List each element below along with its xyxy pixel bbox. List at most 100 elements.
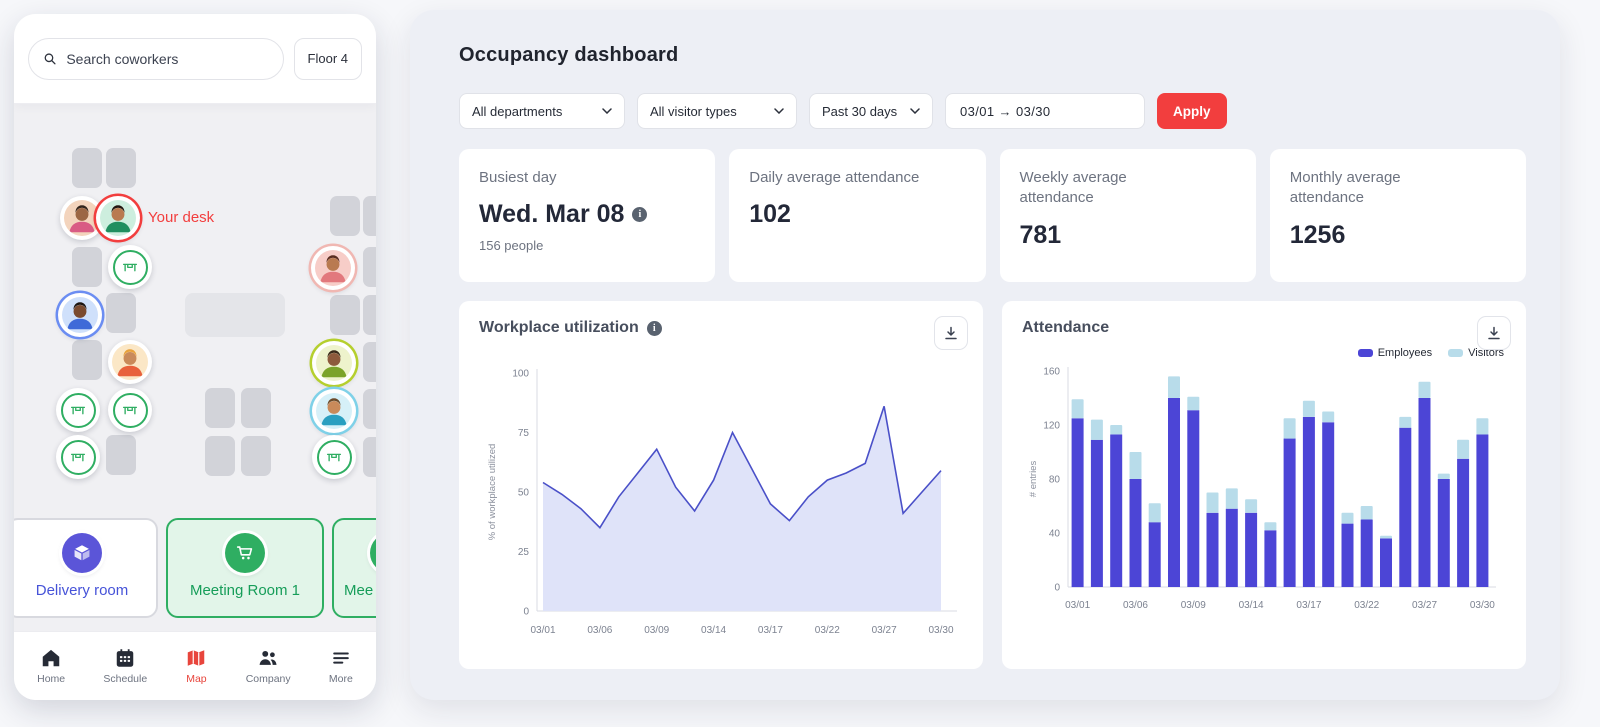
stat-value: Wed. Mar 08: [479, 200, 695, 229]
search-icon: [44, 52, 56, 64]
svg-text:50: 50: [518, 488, 530, 499]
avatar[interactable]: [311, 246, 355, 290]
desk[interactable]: [330, 295, 360, 335]
stat-value: 102: [749, 200, 965, 229]
stat-value: 1256: [1290, 221, 1506, 250]
nav-schedule[interactable]: Schedule: [103, 647, 147, 685]
available-desk-icon[interactable]: [108, 388, 152, 432]
stat-label: Daily average attendance: [749, 169, 920, 186]
date-range-value: 03/01 → 03/30: [960, 103, 1051, 119]
your-desk-avatar[interactable]: [96, 196, 140, 240]
nav-label: Home: [37, 673, 66, 686]
legend-employees: Employees: [1357, 347, 1433, 359]
nav-label: More: [328, 673, 353, 686]
nav-map[interactable]: Map: [185, 647, 207, 685]
desk[interactable]: [72, 247, 102, 287]
floor-map[interactable]: Your desk Delivery room Meeting Room 1 M…: [14, 103, 376, 631]
svg-text:0: 0: [523, 607, 529, 618]
visitor-type-filter[interactable]: All visitor types: [637, 93, 797, 129]
chevron-down-icon: [774, 108, 784, 114]
desk[interactable]: [241, 388, 271, 428]
desk[interactable]: [205, 436, 235, 476]
nav-company[interactable]: Company: [246, 647, 291, 685]
svg-text:80: 80: [1049, 475, 1061, 486]
info-icon[interactable]: [632, 207, 648, 223]
chart-cards: Workplace utilization 0 25 50 75 100 03/01 03/…: [459, 301, 1526, 669]
legend-label: Employees: [1377, 347, 1433, 359]
department-filter[interactable]: All departments: [459, 93, 625, 129]
meeting-table[interactable]: [185, 293, 285, 337]
available-desk-icon[interactable]: [108, 245, 152, 289]
avatar[interactable]: [312, 389, 356, 433]
desk[interactable]: [363, 389, 376, 429]
desk[interactable]: [106, 435, 136, 475]
desk[interactable]: [330, 196, 360, 236]
download-icon: [945, 326, 957, 340]
nav-label: Company: [245, 673, 291, 686]
desk[interactable]: [106, 148, 136, 188]
download-button[interactable]: [1477, 316, 1511, 350]
search-coworkers-field[interactable]: [66, 50, 269, 67]
floor-selector-button[interactable]: Floor 4: [293, 37, 362, 80]
available-desk-icon[interactable]: [56, 388, 100, 432]
room-label: Meeting Room 1: [189, 582, 301, 599]
desk[interactable]: [363, 295, 376, 335]
info-icon[interactable]: [646, 320, 662, 336]
map-toolbar: Floor 4: [14, 14, 376, 103]
room-label: Mee: [344, 582, 374, 599]
employees-swatch: [1357, 349, 1373, 357]
period-filter[interactable]: Past 30 days: [809, 93, 933, 129]
desk[interactable]: [72, 340, 102, 380]
map-icon: [188, 650, 205, 667]
avatar[interactable]: [312, 341, 356, 385]
desk[interactable]: [72, 148, 102, 188]
svg-text:03/06: 03/06: [1123, 600, 1148, 611]
chart-title: Workplace utilization: [479, 319, 639, 336]
svg-text:03/01: 03/01: [1065, 600, 1090, 611]
nav-more[interactable]: More: [329, 647, 353, 685]
available-desk-icon[interactable]: [312, 435, 356, 479]
svg-text:160: 160: [1043, 367, 1060, 378]
calendar-icon: [117, 649, 134, 667]
nav-label: Map: [186, 673, 207, 686]
cart-icon: [370, 533, 376, 573]
chevron-down-icon: [910, 108, 920, 114]
room-meeting-1[interactable]: Meeting Room 1: [166, 518, 324, 618]
svg-text:120: 120: [1043, 421, 1060, 432]
stat-subtext: 156 people: [479, 238, 544, 254]
nav-label: Schedule: [103, 673, 148, 686]
desk[interactable]: [363, 247, 376, 287]
svg-text:03/01: 03/01: [530, 625, 555, 636]
desk[interactable]: [106, 293, 136, 333]
avatar[interactable]: [58, 293, 102, 337]
menu-icon: [333, 652, 349, 664]
your-desk-label: Your desk: [148, 209, 215, 226]
room-delivery[interactable]: Delivery room: [14, 518, 158, 618]
package-icon: [62, 533, 102, 573]
attendance-legend: Employees Visitors: [1022, 347, 1504, 359]
stat-value-text: Wed. Mar 08: [479, 200, 625, 229]
stat-label: Monthly average attendance: [1289, 169, 1401, 207]
svg-text:40: 40: [1049, 529, 1061, 540]
svg-text:03/09: 03/09: [1181, 600, 1206, 611]
download-button[interactable]: [934, 316, 968, 350]
stat-value-text: 781: [1019, 220, 1062, 249]
svg-text:03/06: 03/06: [587, 625, 612, 636]
chevron-down-icon: [602, 108, 612, 114]
desk[interactable]: [363, 196, 376, 236]
search-input[interactable]: [28, 37, 284, 80]
avatar[interactable]: [108, 340, 152, 384]
apply-button[interactable]: Apply: [1157, 93, 1227, 129]
stat-monthly-average: Monthly average attendance 1256: [1269, 149, 1526, 282]
stat-label: Busiest day: [479, 169, 557, 186]
desk[interactable]: [363, 342, 376, 382]
desk[interactable]: [205, 388, 235, 428]
available-desk-icon[interactable]: [56, 435, 100, 479]
nav-home[interactable]: Home: [37, 647, 65, 685]
desk[interactable]: [363, 437, 376, 477]
desk[interactable]: [241, 436, 271, 476]
svg-text:# entries: # entries: [1028, 461, 1039, 498]
svg-text:03/27: 03/27: [872, 625, 897, 636]
date-range-input[interactable]: 03/01 → 03/30: [945, 93, 1145, 129]
room-meeting-2[interactable]: Mee: [332, 518, 376, 618]
